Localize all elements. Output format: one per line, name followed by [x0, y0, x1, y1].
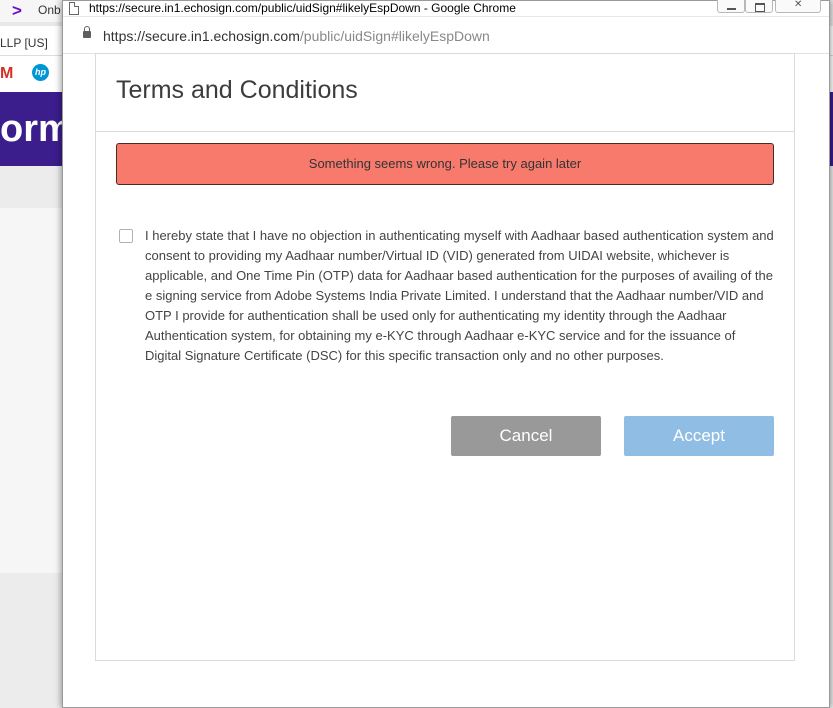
consent-text: I hereby state that I have no objection … — [145, 228, 774, 363]
background-tab-title: Onb — [38, 3, 61, 17]
page-content: Terms and Conditions Something seems wro… — [63, 53, 829, 707]
close-window-button[interactable] — [775, 0, 821, 13]
terms-dialog: Terms and Conditions Something seems wro… — [95, 53, 795, 661]
dialog-title: Terms and Conditions — [116, 76, 358, 104]
gmail-icon[interactable]: M — [0, 65, 13, 83]
background-card — [0, 208, 62, 573]
address-bar[interactable]: https://secure.in1.echosign.com/public/u… — [63, 18, 829, 54]
popup-window: https://secure.in1.echosign.com/public/u… — [62, 0, 830, 708]
url-host: https://secure.in1.echosign.com — [103, 28, 300, 44]
hp-icon[interactable]: hp — [32, 64, 49, 81]
yahoo-logo-icon: > — [12, 1, 22, 20]
minimize-button[interactable] — [717, 0, 745, 13]
maximize-button[interactable] — [745, 0, 773, 13]
url-text[interactable]: https://secure.in1.echosign.com/public/u… — [103, 28, 490, 44]
dialog-header: Terms and Conditions — [96, 54, 794, 132]
page-icon — [69, 2, 79, 15]
cancel-button[interactable]: Cancel — [451, 416, 601, 456]
background-address-text: LLP [US] — [0, 36, 48, 50]
window-title: https://secure.in1.echosign.com/public/u… — [89, 1, 516, 15]
accept-button[interactable]: Accept — [624, 416, 774, 456]
background-tab[interactable]: > Onb — [0, 0, 62, 22]
url-path: /public/uidSign#likelyEspDown — [299, 28, 490, 44]
error-banner: Something seems wrong. Please try again … — [116, 143, 774, 185]
consent-checkbox[interactable] — [119, 229, 133, 243]
lock-icon — [83, 26, 91, 38]
window-titlebar: https://secure.in1.echosign.com/public/u… — [63, 0, 829, 17]
